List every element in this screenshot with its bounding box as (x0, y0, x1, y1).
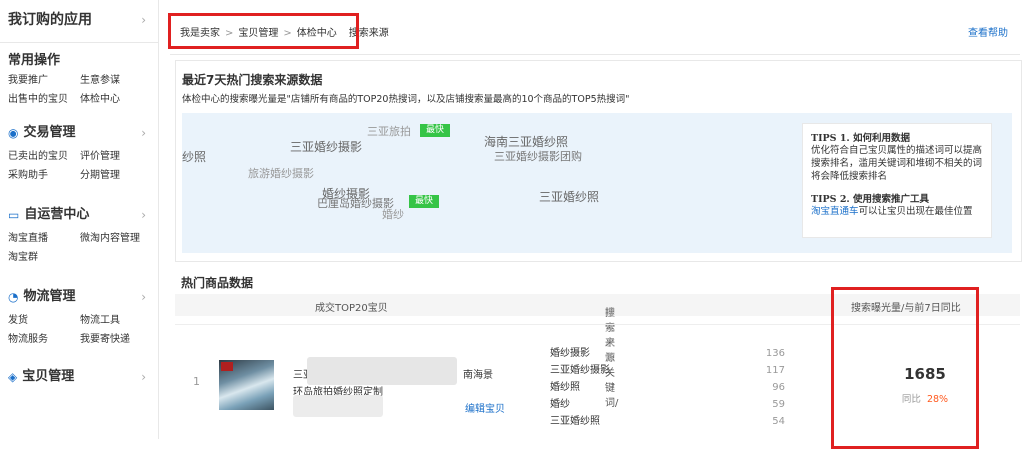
sidebar-header-label: 我订购的应用 (8, 12, 92, 28)
help-link[interactable]: 查看帮助 (968, 24, 1008, 39)
breadcrumb-bar: 我是卖家 > 宝贝管理 > 体检中心 搜索来源 查看帮助 (168, 10, 1020, 55)
sidebar-link[interactable]: 淘宝群 (8, 248, 80, 267)
sidebar-link[interactable]: 分期管理 (80, 166, 120, 185)
sidebar-link[interactable]: 我要寄快递 (80, 330, 130, 349)
keyword-count: 136 (765, 348, 785, 359)
keyword-count: 96 (772, 382, 785, 393)
product-name-end[interactable]: 南海景 (463, 366, 493, 381)
keyword: 三亚婚纱摄影 (550, 365, 610, 376)
keyword-row: 三亚婚纱摄影 117 (550, 362, 785, 379)
sidebar-link[interactable]: 评价管理 (80, 147, 120, 166)
chevron-right-icon[interactable]: › (141, 123, 146, 143)
keyword-count: 54 (772, 416, 785, 427)
thumbnail-tag (221, 362, 233, 371)
sidebar-section-logistics: ◔ 物流管理 › 发货 物流工具 物流服务 我要寄快递 (0, 267, 158, 349)
sidebar-section-title: 自运营中心 (24, 207, 90, 222)
cloud-word: 三亚婚纱摄影团购 (494, 150, 582, 163)
fastest-badge: 最快 (409, 195, 440, 208)
search-source-panel: 最近7天热门搜索来源数据 体检中心的搜索曝光量是"店铺所有商品的TOP20热搜词… (175, 60, 1022, 262)
sidebar-section-content: ▭ 自运营中心 › 淘宝直播 微淘内容管理 淘宝群 (0, 185, 158, 267)
section-title: 热门商品数据 (181, 276, 254, 290)
sidebar-section-title: 常用操作 (8, 53, 61, 68)
chevron-right-icon[interactable]: › (141, 0, 146, 40)
keyword-count: 117 (765, 365, 785, 376)
tips-body-text: 可以让宝贝出现在最佳位置 (858, 206, 973, 217)
sidebar: 我订购的应用 › 常用操作 我要推广 生意参谋 出售中的宝贝 体检中心 ◉ 交易管理… (0, 0, 159, 439)
sidebar-section-trade: ◉ 交易管理 › 已卖出的宝贝 评价管理 采购助手 分期管理 (0, 109, 158, 185)
tips-body: 优化符合自己宝贝属性的描述词可以提高搜索排名，滥用关键词和堆砌不相关的词将会降低… (811, 145, 983, 182)
keyword: 婚纱 (550, 399, 570, 410)
blurred-text (307, 357, 457, 385)
cloud-word: 婚纱 (382, 208, 404, 221)
cloud-word: 三亚婚纱摄影 (290, 140, 363, 154)
edit-item-link[interactable]: 编辑宝贝 (465, 400, 505, 415)
chat-icon: ▭ (8, 208, 20, 222)
sidebar-link[interactable]: 出售中的宝贝 (8, 90, 80, 109)
product-thumbnail[interactable] (219, 360, 274, 410)
keyword-count: 59 (772, 399, 785, 410)
highlight-box (831, 287, 979, 449)
keyword-list: 婚纱摄影 136 三亚婚纱摄影 117 婚纱照 96 婚纱 59 三亚婚纱照 54 (550, 345, 785, 430)
keyword: 婚纱照 (550, 382, 580, 393)
keyword-row: 婚纱照 96 (550, 379, 785, 396)
keyword-cloud: 纱照 三亚婚纱摄影 三亚旅拍 最快 旅游婚纱摄影 海南三亚婚纱照 三亚婚纱摄影团… (182, 113, 1012, 253)
sidebar-link[interactable]: 发货 (8, 311, 80, 330)
blurred-text (293, 395, 383, 417)
tips-title: TIPS 1. 如何利用数据 (811, 133, 911, 144)
main-content: 我是卖家 > 宝贝管理 > 体检中心 搜索来源 查看帮助 最近7天热门搜索来源数据 体检中… (168, 10, 1022, 449)
sidebar-section-title-row[interactable]: ◈ 宝贝管理 › (8, 367, 158, 387)
sidebar-section-title-row[interactable]: ◔ 物流管理 › (8, 287, 158, 307)
trade-icon: ◉ (8, 126, 19, 140)
sidebar-header[interactable]: 我订购的应用 › (0, 0, 158, 43)
cloud-word: 三亚婚纱照 (539, 190, 600, 204)
section-description: 体检中心的搜索曝光量是"店铺所有商品的TOP20热搜词，以及店铺搜索量最高的10… (182, 94, 630, 105)
section-title: 最近7天热门搜索来源数据 (182, 73, 323, 87)
sidebar-section-title-row[interactable]: ◉ 交易管理 › (8, 123, 158, 143)
tips-body: 淘宝直通车可以让宝贝出现在最佳位置 (811, 205, 983, 218)
chevron-right-icon[interactable]: › (141, 287, 146, 307)
sidebar-link[interactable]: 淘宝直播 (8, 229, 80, 248)
fastest-badge: 最快 (420, 124, 451, 137)
sidebar-link[interactable]: 物流工具 (80, 311, 120, 330)
sidebar-section-common: 常用操作 我要推广 生意参谋 出售中的宝贝 体检中心 (0, 43, 158, 109)
highlight-box (168, 13, 359, 49)
sidebar-link[interactable]: 我要推广 (8, 71, 80, 90)
column-header: 成交TOP20宝贝 (315, 303, 388, 314)
sidebar-section-title: 物流管理 (23, 289, 76, 304)
keyword-row: 婚纱 59 (550, 396, 785, 413)
chevron-right-icon[interactable]: › (141, 367, 146, 387)
chevron-right-icon[interactable]: › (141, 205, 146, 225)
cloud-word: 旅游婚纱摄影 (248, 167, 314, 180)
sidebar-link[interactable]: 物流服务 (8, 330, 80, 349)
sidebar-section-goods: ◈ 宝贝管理 › (0, 349, 158, 387)
ztc-link[interactable]: 淘宝直通车 (811, 206, 859, 217)
sidebar-link[interactable]: 已卖出的宝贝 (8, 147, 80, 166)
sidebar-section-title-row[interactable]: ▭ 自运营中心 › (8, 205, 158, 225)
keyword: 婚纱摄影 (550, 348, 590, 359)
sidebar-link[interactable]: 采购助手 (8, 166, 80, 185)
tips-box: TIPS 1. 如何利用数据 优化符合自己宝贝属性的描述词可以提高搜索排名，滥用… (802, 123, 992, 238)
keyword-row: 三亚婚纱照 54 (550, 413, 785, 430)
sidebar-section-title: 交易管理 (23, 125, 76, 140)
keyword: 三亚婚纱照 (550, 416, 600, 427)
goods-icon: ◈ (8, 370, 18, 384)
row-index: 1 (193, 375, 200, 388)
sidebar-link[interactable]: 生意参谋 (80, 71, 120, 90)
sidebar-link[interactable]: 体检中心 (80, 90, 120, 109)
cloud-word: 三亚旅拍 (367, 125, 411, 138)
sidebar-link[interactable]: 微淘内容管理 (80, 229, 140, 248)
keyword-row: 婚纱摄影 136 (550, 345, 785, 362)
tips-title: TIPS 2. 使用搜索推广工具 (811, 194, 930, 205)
cloud-word: 纱照 (182, 150, 207, 164)
logistics-icon: ◔ (8, 290, 19, 304)
sidebar-section-title: 宝贝管理 (22, 369, 75, 384)
